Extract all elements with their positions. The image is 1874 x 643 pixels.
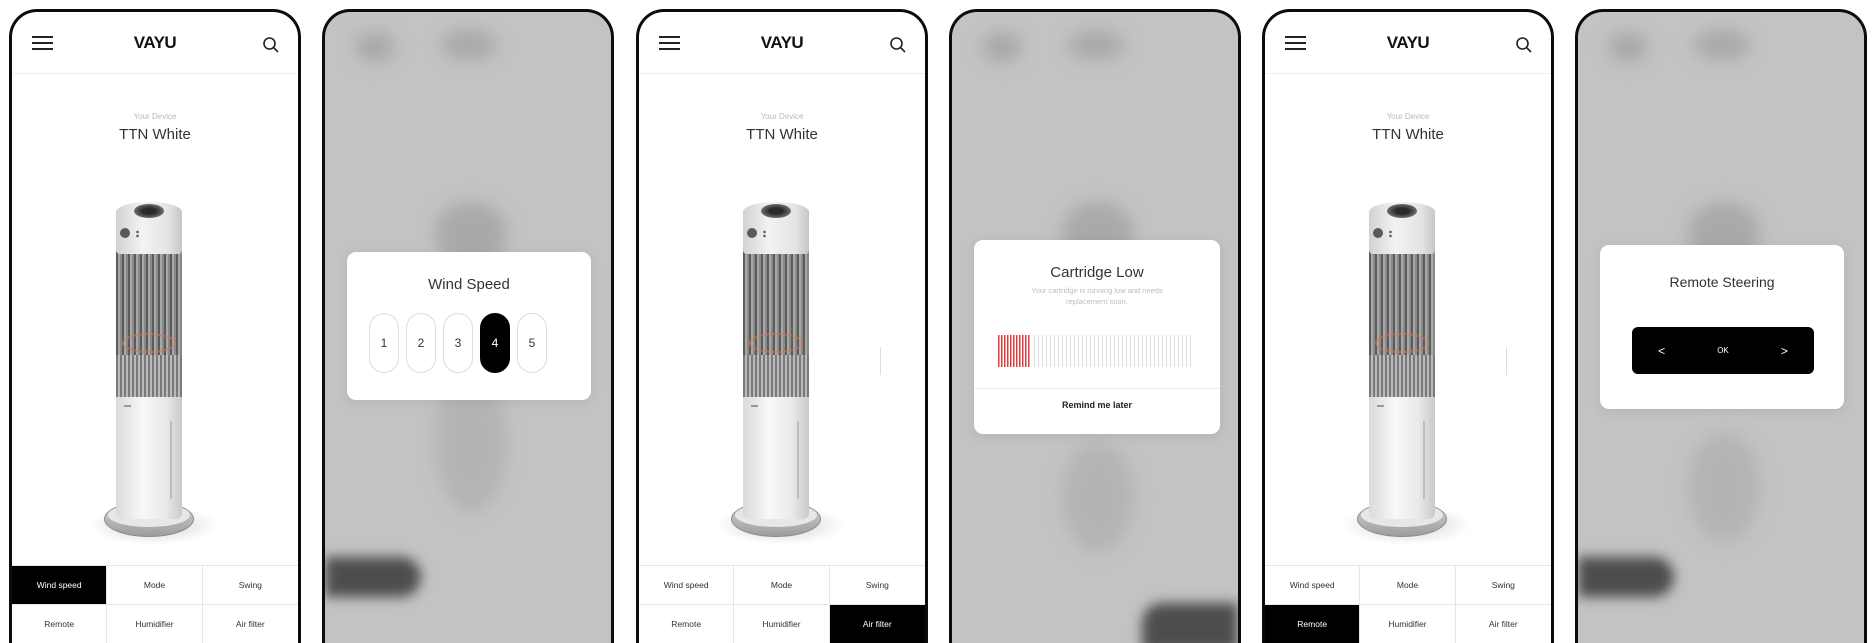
control-grid: Wind speed Mode Swing Remote Humidifier …: [12, 565, 298, 643]
cartridge-level-fill: [998, 335, 1032, 367]
app-logo: VAYU: [133, 33, 177, 52]
phone-screen-4: Cartridge Low Your cartridge is running …: [949, 9, 1241, 643]
blurred-active-tab: [1578, 557, 1674, 597]
speed-option-4[interactable]: 4: [480, 313, 510, 373]
remote-right-button[interactable]: >: [1781, 344, 1788, 358]
control-mode[interactable]: Mode: [107, 566, 203, 605]
speed-selector: 1 2 3 4 5: [369, 313, 547, 373]
control-remote[interactable]: Remote: [12, 605, 108, 643]
app-header: VAYU: [1265, 12, 1551, 74]
control-humidifier[interactable]: Humidifier: [107, 605, 203, 643]
search-icon[interactable]: [889, 36, 907, 54]
blurred-active-tab: [325, 557, 421, 597]
control-swing[interactable]: Swing: [1455, 566, 1551, 605]
wind-speed-modal: Wind Speed 1 2 3 4 5: [347, 252, 591, 400]
remote-left-button[interactable]: <: [1658, 344, 1665, 358]
remind-later-button[interactable]: Remind me later: [974, 400, 1220, 410]
phone-screen-1: VAYU Your Device TTN White Wind speed Mo…: [9, 9, 301, 643]
blurred-active-tab: [1142, 603, 1238, 643]
control-wind-speed[interactable]: Wind speed: [639, 566, 735, 605]
control-wind-speed[interactable]: Wind speed: [1265, 566, 1361, 605]
device-image: [88, 202, 220, 545]
modal-title: Remote Steering: [1669, 274, 1775, 290]
cartridge-low-modal: Cartridge Low Your cartridge is running …: [974, 240, 1220, 434]
control-grid: Wind speed Mode Swing Remote Humidifier …: [1265, 565, 1551, 643]
control-humidifier[interactable]: Humidifier: [734, 605, 830, 643]
remote-control-pad: < OK >: [1632, 327, 1814, 374]
speed-option-5[interactable]: 5: [517, 313, 547, 373]
app-logo: VAYU: [1386, 33, 1430, 52]
device-label: Your Device: [133, 112, 177, 121]
phone-screen-2: Wind Speed 1 2 3 4 5: [322, 9, 614, 643]
modal-title: Cartridge Low: [1050, 264, 1144, 281]
device-image: [1341, 202, 1473, 545]
phone-screen-6: Remote Steering < OK >: [1575, 9, 1867, 643]
swipe-hint: [1506, 347, 1507, 375]
control-air-filter[interactable]: Air filter: [1456, 605, 1551, 643]
speed-option-2[interactable]: 2: [406, 313, 436, 373]
control-mode[interactable]: Mode: [734, 566, 830, 605]
swipe-hint: [880, 347, 881, 375]
cartridge-message: Your cartridge is running low and needs …: [1031, 286, 1163, 306]
cartridge-level-bar: [998, 335, 1194, 367]
device-name: TTN White: [746, 126, 818, 143]
remote-ok-button[interactable]: OK: [1717, 346, 1729, 355]
control-swing[interactable]: Swing: [202, 566, 298, 605]
device-label: Your Device: [760, 112, 804, 121]
control-grid: Wind speed Mode Swing Remote Humidifier …: [639, 565, 925, 643]
search-icon[interactable]: [262, 36, 280, 54]
phone-screen-3: VAYU Your Device TTN White Wind speed Mo…: [636, 9, 928, 643]
remote-steering-modal: Remote Steering < OK >: [1600, 245, 1844, 409]
modal-title: Wind Speed: [428, 276, 510, 293]
device-label: Your Device: [1386, 112, 1430, 121]
device-name: TTN White: [119, 126, 191, 143]
control-humidifier[interactable]: Humidifier: [1360, 605, 1456, 643]
control-air-filter[interactable]: Air filter: [829, 605, 925, 643]
app-logo: VAYU: [760, 33, 804, 52]
control-remote[interactable]: Remote: [639, 605, 735, 643]
control-swing[interactable]: Swing: [829, 566, 925, 605]
control-remote[interactable]: Remote: [1265, 605, 1361, 643]
speed-option-3[interactable]: 3: [443, 313, 473, 373]
device-image: [715, 202, 847, 545]
control-mode[interactable]: Mode: [1360, 566, 1456, 605]
control-wind-speed[interactable]: Wind speed: [12, 566, 108, 605]
search-icon[interactable]: [1515, 36, 1533, 54]
phone-screen-5: VAYU Your Device TTN White Wind speed Mo…: [1262, 9, 1554, 643]
blurred-background: [1608, 32, 1648, 62]
blurred-background: [982, 32, 1022, 62]
device-name: TTN White: [1372, 126, 1444, 143]
app-header: VAYU: [12, 12, 298, 74]
app-header: VAYU: [639, 12, 925, 74]
divider: [974, 388, 1220, 389]
speed-option-1[interactable]: 1: [369, 313, 399, 373]
control-air-filter[interactable]: Air filter: [203, 605, 298, 643]
blurred-background: [355, 32, 395, 62]
